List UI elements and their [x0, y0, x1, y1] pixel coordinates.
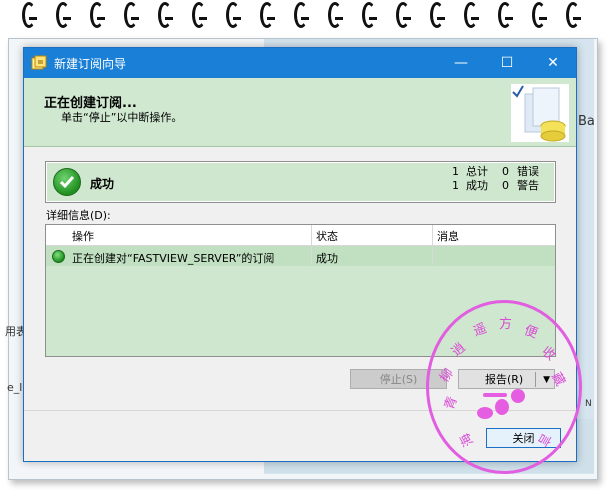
wizard-icon: [31, 55, 47, 70]
details-grid[interactable]: 操作 状态 消息 正在创建对“FASTVIEW_SERVER”的订阅 成功: [45, 224, 556, 357]
details-label: 详细信息(D):: [46, 209, 111, 222]
status-label: 成功: [90, 177, 115, 191]
report-button[interactable]: 报告(R) ▼: [458, 369, 555, 389]
binding-ring: [430, 2, 445, 28]
total-count: 1: [452, 165, 459, 178]
binding-ring: [328, 2, 343, 28]
binding-ring: [396, 2, 411, 28]
binding-ring: [192, 2, 207, 28]
success-check-icon: [53, 168, 81, 196]
column-divider: [311, 246, 312, 266]
new-subscription-wizard-dialog: 新建订阅向导 — ☐ ✕ 正在创建订阅... 单击“停止”以中断操作。 成功 1…: [23, 47, 577, 462]
background-text: N: [585, 399, 592, 409]
warning-label: 警告: [517, 179, 539, 192]
background-text: Ba: [578, 114, 595, 129]
subscription-graphic-icon: [511, 84, 569, 142]
grid-header: 操作 状态 消息: [46, 225, 555, 246]
footer-divider: [24, 410, 576, 411]
binding-ring: [226, 2, 241, 28]
binding-ring: [158, 2, 173, 28]
wizard-header: 正在创建订阅... 单击“停止”以中断操作。: [24, 78, 576, 147]
binding-ring: [90, 2, 105, 28]
column-divider[interactable]: [432, 225, 433, 245]
report-button-label: 报告(R): [485, 373, 524, 386]
binding-ring: [260, 2, 275, 28]
table-row[interactable]: 正在创建对“FASTVIEW_SERVER”的订阅 成功: [46, 246, 555, 266]
column-header-action[interactable]: 操作: [72, 228, 94, 244]
success-label: 成功: [466, 179, 488, 192]
error-label: 错误: [517, 165, 539, 178]
column-divider: [432, 246, 433, 266]
column-header-status[interactable]: 状态: [316, 228, 338, 244]
binding-ring: [56, 2, 71, 28]
dropdown-arrow-icon[interactable]: ▼: [543, 370, 550, 390]
binding-ring: [22, 2, 37, 28]
binding-ring: [464, 2, 479, 28]
result-counts: 1 总计 0 错误 1 成功 0 警告: [452, 165, 552, 193]
row-action: 正在创建对“FASTVIEW_SERVER”的订阅: [72, 252, 275, 265]
maximize-button[interactable]: ☐: [484, 48, 530, 78]
close-button[interactable]: 关闭: [486, 428, 561, 448]
success-count: 1: [452, 179, 459, 192]
split-divider: [535, 372, 536, 387]
success-check-icon: [52, 250, 65, 263]
header-subtitle: 单击“停止”以中断操作。: [61, 111, 183, 124]
binding-ring: [498, 2, 513, 28]
close-window-button[interactable]: ✕: [530, 48, 576, 78]
binding-ring: [362, 2, 377, 28]
binding-ring: [566, 2, 581, 28]
binding-ring: [124, 2, 139, 28]
binding-ring: [294, 2, 309, 28]
warning-count: 0: [502, 179, 509, 192]
error-count: 0: [502, 165, 509, 178]
column-divider[interactable]: [311, 225, 312, 245]
notebook-binding: [0, 0, 611, 36]
row-status: 成功: [316, 252, 338, 265]
binding-ring: [532, 2, 547, 28]
overall-status-box: 成功 1 总计 0 错误 1 成功 0 警告: [45, 161, 556, 203]
total-label: 总计: [466, 165, 488, 178]
title-bar[interactable]: 新建订阅向导 — ☐ ✕: [24, 48, 576, 78]
minimize-button[interactable]: —: [438, 48, 484, 78]
column-header-message[interactable]: 消息: [437, 228, 459, 244]
stop-button[interactable]: 停止(S): [350, 369, 447, 389]
background-text: e_l: [7, 381, 23, 394]
dialog-title: 新建订阅向导: [54, 57, 127, 71]
